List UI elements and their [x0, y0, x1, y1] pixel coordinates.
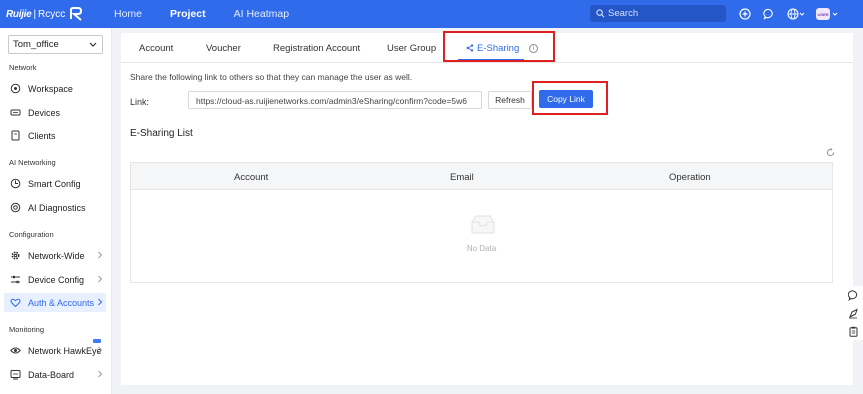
avatar: USER — [816, 8, 830, 20]
table-header: Account Email Operation — [131, 163, 832, 190]
clients-icon — [10, 130, 21, 141]
smart-config-icon — [10, 178, 21, 189]
project-select-value: Tom_office — [13, 39, 59, 50]
main-nav: Home Project AI Heatmap — [100, 0, 303, 28]
tab-account[interactable]: Account — [139, 43, 173, 54]
esharing-list-title: E-Sharing List — [130, 128, 193, 139]
nav-project[interactable]: Project — [156, 0, 220, 28]
group-network: Network — [9, 63, 37, 72]
sidebar-item-label: AI Diagnostics — [28, 202, 86, 213]
devices-icon — [10, 107, 21, 118]
chevron-right-icon — [98, 275, 103, 283]
nav-home[interactable]: Home — [100, 0, 156, 28]
chevron-right-icon — [98, 298, 103, 306]
sidebar-item-label: Smart Config — [28, 178, 81, 189]
column-email: Email — [450, 172, 474, 183]
sidebar-item-network-hawkeye[interactable]: Network HawkEye — [4, 341, 106, 360]
logo-mark-icon — [69, 7, 83, 21]
new-badge — [93, 339, 101, 343]
ruijie-logo[interactable]: Ruijie | Rcycc — [0, 0, 96, 28]
sidebar-item-smart-config[interactable]: Smart Config — [4, 174, 106, 193]
workspace-icon — [10, 83, 21, 94]
sidebar-item-label: Device Config — [28, 274, 85, 285]
search-icon — [596, 9, 605, 18]
column-operation: Operation — [669, 172, 711, 183]
sidebar-item-label: Data-Board — [28, 369, 75, 380]
column-account: Account — [234, 172, 269, 183]
logo-brand: Ruijie — [6, 8, 32, 20]
sidebar-item-label: Network-Wide — [28, 250, 85, 261]
sidebar-item-label: Clients — [28, 130, 56, 141]
ai-diagnostics-icon — [10, 202, 21, 213]
tab-registration-account[interactable]: Registration Account — [273, 43, 360, 54]
search-input[interactable]: Search — [590, 5, 726, 22]
empty-inbox-icon — [471, 215, 495, 234]
sidebar-item-data-board[interactable]: Data-Board — [4, 365, 106, 384]
nav-ai-heatmap[interactable]: AI Heatmap — [220, 0, 303, 28]
logo-product: Rcycc — [38, 8, 66, 20]
sidebar-item-label: Devices — [28, 107, 61, 118]
esharing-table: Account Email Operation No Data — [130, 162, 833, 283]
tab-user-group[interactable]: User Group — [387, 43, 436, 54]
eye-icon — [10, 345, 21, 356]
sidebar-item-auth-accounts[interactable]: Auth & Accounts — [4, 293, 106, 312]
clipboard-icon[interactable] — [847, 325, 859, 337]
floating-toolbar — [843, 286, 863, 340]
refresh-button[interactable]: Refresh — [488, 91, 532, 109]
empty-state-text: No Data — [466, 244, 497, 253]
sidebar-item-network-wide[interactable]: Network-Wide — [4, 246, 106, 265]
sidebar-item-ai-diagnostics[interactable]: AI Diagnostics — [4, 198, 106, 217]
feedback-icon[interactable] — [847, 307, 859, 319]
user-avatar[interactable]: USER — [816, 7, 838, 21]
chevron-right-icon — [98, 370, 103, 378]
chevron-down-icon — [89, 42, 97, 47]
logo-separator: | — [33, 8, 37, 20]
search-placeholder: Search — [608, 8, 639, 19]
tab-voucher[interactable]: Voucher — [206, 43, 241, 54]
message-icon[interactable] — [762, 7, 776, 21]
project-select[interactable]: Tom_office — [8, 35, 103, 54]
sidebar-item-label: Auth & Accounts — [28, 297, 95, 308]
sidebar-item-workspace[interactable]: Workspace — [4, 79, 106, 98]
link-label: Link: — [130, 97, 150, 107]
globe-icon[interactable] — [786, 7, 806, 21]
sidebar-item-label: Network HawkEye — [28, 345, 102, 356]
chat-icon[interactable] — [847, 289, 859, 301]
sliders-icon — [10, 274, 21, 285]
gear-icon — [10, 250, 21, 261]
main-panel: Account Voucher Registration Account Use… — [121, 31, 853, 385]
sidebar-item-devices[interactable]: Devices — [4, 103, 106, 122]
top-navigation-bar: Ruijie | Rcycc Home Project AI Heatmap S… — [0, 0, 863, 28]
dashboard-icon — [10, 369, 21, 380]
shield-heart-icon — [10, 297, 21, 308]
chevron-right-icon — [98, 346, 103, 354]
group-ai-networking: AI Networking — [9, 158, 56, 167]
tab-highlight-box — [443, 31, 555, 62]
reload-icon[interactable] — [826, 148, 835, 157]
copy-link-highlight-box — [532, 81, 608, 115]
sidebar-item-label: Workspace — [28, 83, 73, 94]
share-description: Share the following link to others so th… — [130, 72, 413, 82]
share-link-field[interactable]: https://cloud-as.ruijienetworks.com/admi… — [188, 91, 482, 109]
group-monitoring: Monitoring — [9, 325, 45, 334]
chevron-right-icon — [98, 251, 103, 259]
sidebar-item-clients[interactable]: Clients — [4, 126, 106, 145]
sidebar-item-device-config[interactable]: Device Config — [4, 270, 106, 289]
top-icons: USER — [738, 7, 848, 21]
group-configuration: Configuration — [9, 230, 54, 239]
add-circle-icon[interactable] — [738, 7, 752, 21]
chevron-down-icon — [832, 12, 838, 16]
